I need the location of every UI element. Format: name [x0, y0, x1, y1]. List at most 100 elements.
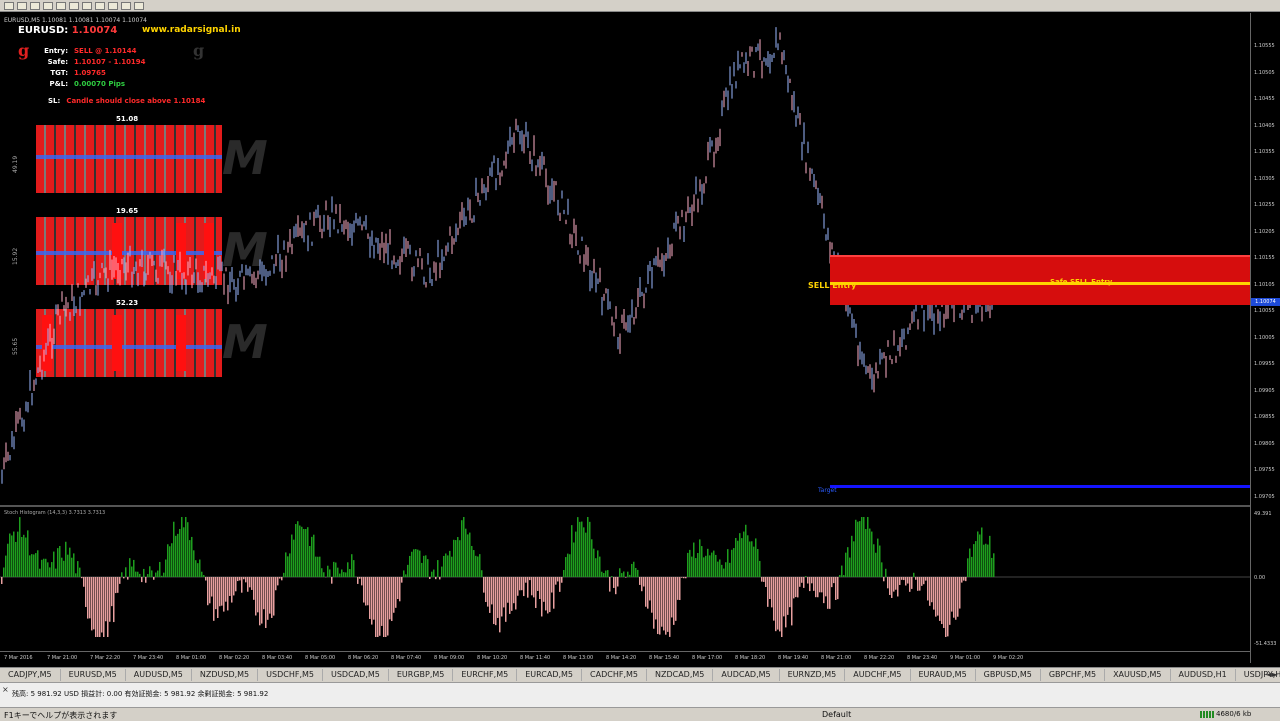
- zoom-out-icon[interactable]: [56, 2, 66, 10]
- chart-tab[interactable]: GBPCHF,M5: [1041, 669, 1105, 681]
- histogram-bar: [575, 532, 577, 577]
- histogram-bar: [279, 577, 281, 579]
- histogram-bar: [753, 547, 755, 577]
- histogram-bar: [873, 544, 875, 577]
- histogram-bar: [391, 577, 393, 621]
- histogram-bar: [335, 563, 337, 577]
- histogram-bar: [303, 529, 305, 577]
- histogram-bar: [237, 577, 239, 581]
- chart-tab[interactable]: NZDCAD,M5: [647, 669, 713, 681]
- histogram-bar: [967, 558, 969, 577]
- histogram-bar: [91, 577, 93, 630]
- histogram-bar: [515, 577, 517, 609]
- histogram-bar: [159, 562, 161, 577]
- chart-tab[interactable]: EURGBP,M5: [389, 669, 454, 681]
- histogram-bar: [149, 566, 151, 577]
- histogram-bar: [401, 577, 403, 583]
- chart-tab[interactable]: CADCHF,M5: [582, 669, 647, 681]
- histogram-bar: [785, 577, 787, 627]
- histogram-bar: [151, 570, 153, 577]
- chart-tab[interactable]: CADJPY,M5: [0, 669, 61, 681]
- close-icon[interactable]: ×: [2, 685, 9, 694]
- templates-icon[interactable]: [134, 2, 144, 10]
- histogram-bar: [733, 548, 735, 577]
- chart-tab[interactable]: EURCHF,M5: [453, 669, 517, 681]
- histogram-bar: [543, 577, 545, 602]
- histogram-bar: [433, 570, 435, 577]
- chart-tab[interactable]: EURUSD,M5: [61, 669, 126, 681]
- chart-shift-icon[interactable]: [95, 2, 105, 10]
- histogram-bar: [651, 577, 653, 613]
- histogram-bar: [945, 577, 947, 637]
- histogram-bar: [65, 542, 67, 577]
- autoscroll-icon[interactable]: [82, 2, 92, 10]
- time-axis-label: 8 Mar 05:00: [305, 655, 335, 661]
- chart-tab[interactable]: EURCAD,M5: [517, 669, 582, 681]
- chart-tab[interactable]: XAUUSD,M5: [1105, 669, 1170, 681]
- histogram-bar: [695, 558, 697, 577]
- indicator-axis-mid: 0.00: [1254, 575, 1265, 581]
- histogram-bar: [175, 536, 177, 577]
- histogram-bar: [673, 577, 675, 625]
- histogram-bar: [897, 577, 899, 596]
- toolbar-button[interactable]: [4, 2, 14, 10]
- chart-tab[interactable]: AUDCHF,M5: [845, 669, 910, 681]
- histogram-bar: [527, 577, 529, 598]
- histogram-bar: [287, 556, 289, 577]
- chart-tab[interactable]: USDCHF,M5: [258, 669, 323, 681]
- price-axis[interactable]: 1.105551.105051.104551.104051.103551.103…: [1250, 13, 1280, 663]
- chart-window[interactable]: EURUSD,M5 1.10081 1.10081 1.10074 1.1007…: [0, 13, 1280, 663]
- histogram-bar: [363, 577, 365, 603]
- histogram-bar: [341, 569, 343, 577]
- status-profile[interactable]: Default: [822, 710, 851, 719]
- histogram-bar: [801, 577, 803, 583]
- histogram-bar: [41, 560, 43, 577]
- chart-tabs: CADJPY,M5EURUSD,M5AUDUSD,M5NZDUSD,M5USDC…: [0, 667, 1280, 682]
- chart-tab[interactable]: NZDUSD,M5: [192, 669, 258, 681]
- histogram-bar: [155, 573, 157, 577]
- histogram-bar: [981, 527, 983, 577]
- histogram-bar: [187, 522, 189, 577]
- histogram-bar: [313, 535, 315, 577]
- grid-icon[interactable]: [69, 2, 79, 10]
- chart-tab[interactable]: AUDUSD,M5: [126, 669, 192, 681]
- periods-icon[interactable]: [121, 2, 131, 10]
- chart-tab[interactable]: USDCAD,M5: [323, 669, 389, 681]
- zoom-in-icon[interactable]: [43, 2, 53, 10]
- indicators-icon[interactable]: [108, 2, 118, 10]
- time-axis-label: 7 Mar 2016: [4, 655, 33, 661]
- histogram-bar: [587, 517, 589, 577]
- chart-tab[interactable]: EURAUD,M5: [911, 669, 976, 681]
- histogram-bar: [459, 540, 461, 577]
- histogram-bar: [593, 549, 595, 577]
- stoch-histogram[interactable]: [0, 513, 1250, 653]
- toolbar-button[interactable]: [17, 2, 27, 10]
- safe-sell-entry-label: Safe SELL Entry: [1050, 278, 1112, 286]
- histogram-bar: [451, 557, 453, 577]
- chart-tab[interactable]: EURNZD,M5: [780, 669, 846, 681]
- histogram-bar: [213, 577, 215, 621]
- price-axis-label: 1.10405: [1254, 123, 1275, 129]
- connection-bars-icon: [1200, 711, 1214, 718]
- histogram-bar: [37, 550, 39, 577]
- chart-tab[interactable]: AUDCAD,M5: [713, 669, 779, 681]
- histogram-bar: [203, 575, 205, 577]
- subwindow-divider[interactable]: [0, 505, 1250, 507]
- histogram-bar: [705, 556, 707, 577]
- toolbar-button[interactable]: [30, 2, 40, 10]
- chart-tab[interactable]: GBPUSD,M5: [976, 669, 1041, 681]
- histogram-bar: [565, 557, 567, 577]
- histogram-bar: [357, 577, 359, 584]
- histogram-bar: [171, 543, 173, 577]
- histogram-bar: [417, 550, 419, 577]
- histogram-bar: [47, 562, 49, 577]
- histogram-bar: [79, 568, 81, 577]
- histogram-bar: [469, 533, 471, 577]
- histogram-bar: [907, 577, 909, 584]
- price-axis-label: 1.09705: [1254, 494, 1275, 500]
- chart-tab[interactable]: AUDUSD,H1: [1171, 669, 1236, 681]
- histogram-bar: [409, 556, 411, 577]
- histogram-bar: [905, 577, 907, 585]
- tab-scroll-icon[interactable]: ◄►: [1266, 670, 1278, 679]
- histogram-bar: [523, 577, 525, 596]
